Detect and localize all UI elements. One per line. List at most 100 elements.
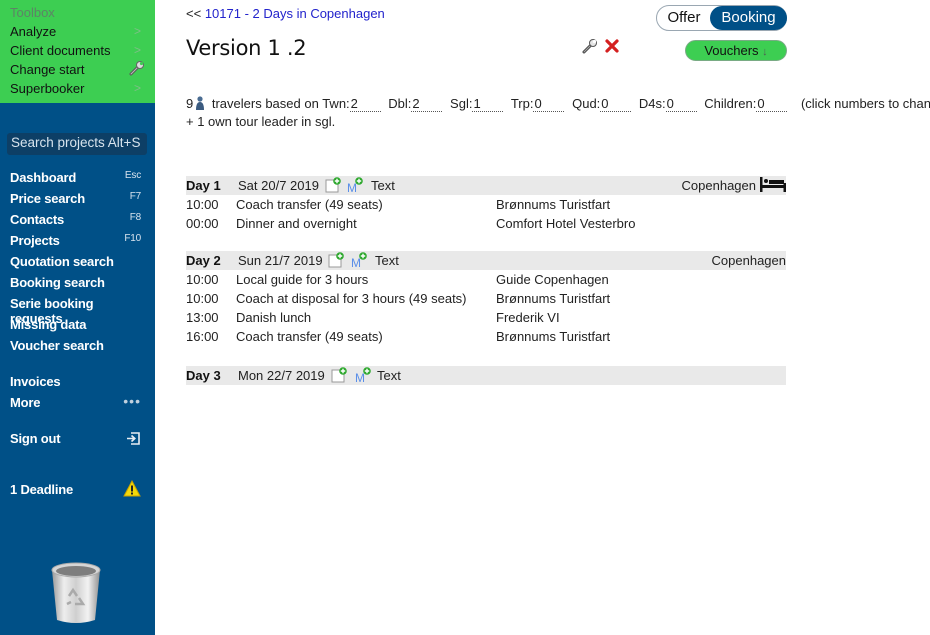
back-prefix: << (186, 6, 202, 21)
row-description: Danish lunch (236, 310, 312, 325)
nav-label: Dashboard (10, 170, 77, 185)
warning-icon (123, 480, 141, 497)
chevron-right-icon: > (133, 24, 141, 38)
itinerary-row[interactable]: 10:00 Coach at disposal for 3 hours (49 … (186, 289, 786, 308)
nav-label: Booking search (10, 275, 105, 290)
trash-bin-icon[interactable] (49, 560, 103, 626)
nav-price-search[interactable]: Price search F7 (10, 191, 145, 210)
travelers-line: 9 travelers based on Twn:2 Dbl:2 Sgl:1 T… (186, 96, 930, 112)
toolbox-item-client-documents[interactable]: Client documents > (10, 43, 145, 62)
trp-label: Trp: (510, 96, 534, 111)
itinerary-row[interactable]: 10:00 Local guide for 3 hours Guide Cope… (186, 270, 786, 289)
m-letter: M (355, 371, 365, 383)
sgl-label: Sgl: (450, 96, 473, 111)
d4s-label: D4s: (638, 96, 666, 111)
row-supplier: Comfort Hotel Vesterbro (496, 216, 636, 231)
itinerary-row[interactable]: 16:00 Coach transfer (49 seats) Brønnums… (186, 327, 786, 346)
itinerary-row[interactable]: 13:00 Danish lunch Frederik VI (186, 308, 786, 327)
nav-sign-out[interactable]: Sign out (10, 431, 145, 450)
add-document-icon[interactable] (328, 252, 345, 268)
dbl-label: Dbl: (388, 96, 412, 111)
dbl-value[interactable]: 2 (411, 96, 443, 112)
add-document-icon[interactable] (325, 177, 342, 193)
bed-icon (760, 177, 786, 192)
nav-label: Invoices (10, 374, 61, 389)
trp-value[interactable]: 0 (533, 96, 565, 112)
nav-label: Sign out (10, 431, 61, 446)
d4s-value[interactable]: 0 (665, 96, 697, 112)
arrow-down-icon: ↓ (762, 46, 768, 58)
text-link[interactable]: Text (371, 176, 395, 195)
row-supplier: Brønnums Turistfart (496, 197, 611, 212)
offer-booking-toggle: Offer Booking (656, 5, 787, 31)
nav-serie-booking-requests[interactable]: Serie booking requests (10, 296, 145, 326)
row-supplier: Brønnums Turistfart (496, 329, 611, 344)
qud-label: Qud: (572, 96, 601, 111)
nav-label: More (10, 395, 41, 410)
delete-icon[interactable] (604, 38, 620, 54)
qud-value[interactable]: 0 (600, 96, 632, 112)
nav-voucher-search[interactable]: Voucher search (10, 338, 145, 357)
toolbox-title: Toolbox (10, 5, 55, 20)
twn-label: Twn: (322, 96, 350, 111)
row-description: Coach at disposal for 3 hours (49 seats) (236, 291, 467, 306)
nav-deadline[interactable]: 1 Deadline (10, 480, 145, 501)
nav-invoices[interactable]: Invoices (10, 374, 145, 393)
add-document-icon[interactable] (331, 367, 348, 383)
twn-value[interactable]: 2 (349, 96, 381, 112)
sgl-value[interactable]: 1 (472, 96, 504, 112)
traveler-count: 9 (186, 96, 194, 111)
day-city: Copenhagen (711, 253, 786, 268)
wrench-icon (129, 61, 144, 76)
toolbox-item-label: Client documents (10, 43, 111, 58)
add-m-icon[interactable]: M (354, 367, 372, 383)
add-m-icon[interactable]: M (346, 177, 364, 193)
toolbox-item-label: Change start (10, 62, 85, 77)
nav-quotation-search[interactable]: Quotation search (10, 254, 145, 273)
nav-more[interactable]: More ••• (10, 393, 145, 414)
nav-missing-data[interactable]: Missing data (10, 317, 145, 336)
toolbox-item-label: Analyze (10, 24, 57, 39)
children-label: Children: (704, 96, 757, 111)
day-date: Mon 22/7 2019 (238, 368, 325, 383)
toolbox-item-change-start[interactable]: Change start (10, 61, 145, 81)
text-link[interactable]: Text (377, 366, 401, 385)
chevron-right-icon: > (133, 81, 141, 95)
vouchers-button[interactable]: Vouchers ↓ (685, 40, 787, 61)
itinerary-row[interactable]: 10:00 Coach transfer (49 seats) Brønnums… (186, 195, 786, 214)
day-label: Day 1 (186, 178, 221, 193)
breadcrumb: << 10171 - 2 Days in Copenhagen (186, 6, 385, 21)
wrench-icon[interactable] (582, 38, 598, 54)
search-projects-input[interactable]: Search projects Alt+S (7, 133, 147, 155)
row-description: Local guide for 3 hours (236, 272, 369, 287)
row-description: Coach transfer (49 seats) (236, 197, 383, 212)
toolbox-item-analyze[interactable]: Analyze > (10, 24, 145, 43)
toggle-offer[interactable]: Offer (657, 6, 711, 30)
day-date: Sat 20/7 2019 (238, 178, 319, 193)
nav-booking-search[interactable]: Booking search (10, 275, 145, 294)
main-content: << 10171 - 2 Days in Copenhagen Version … (155, 0, 930, 635)
text-link[interactable]: Text (375, 251, 399, 270)
row-time: 16:00 (186, 329, 219, 344)
person-icon (196, 96, 205, 110)
row-description: Coach transfer (49 seats) (236, 329, 383, 344)
toolbox-item-superbooker[interactable]: Superbooker > (10, 81, 145, 100)
page-title: Version 1 .2 (186, 36, 307, 60)
row-time: 10:00 (186, 197, 219, 212)
toolbox-item-label: Superbooker (10, 81, 85, 96)
nav-contacts[interactable]: Contacts F8 (10, 212, 145, 231)
itinerary-row[interactable]: 00:00 Dinner and overnight Comfort Hotel… (186, 214, 786, 233)
nav-label: Quotation search (10, 254, 114, 269)
nav-label: Price search (10, 191, 85, 206)
row-supplier: Frederik VI (496, 310, 560, 325)
day-city: Copenhagen (681, 178, 756, 193)
nav-dashboard[interactable]: Dashboard Esc (10, 170, 145, 189)
nav-label: Voucher search (10, 338, 104, 353)
project-link[interactable]: 10171 - 2 Days in Copenhagen (205, 6, 385, 21)
nav-projects[interactable]: Projects F10 (10, 233, 145, 252)
add-m-icon[interactable]: M (350, 252, 368, 268)
toggle-booking[interactable]: Booking (710, 6, 787, 30)
day-block: Day 3 Mon 22/7 2019 M Text (186, 366, 786, 385)
day-block: Day 1 Sat 20/7 2019 M Text Copenhagen 10… (186, 176, 786, 233)
children-value[interactable]: 0 (756, 96, 788, 112)
